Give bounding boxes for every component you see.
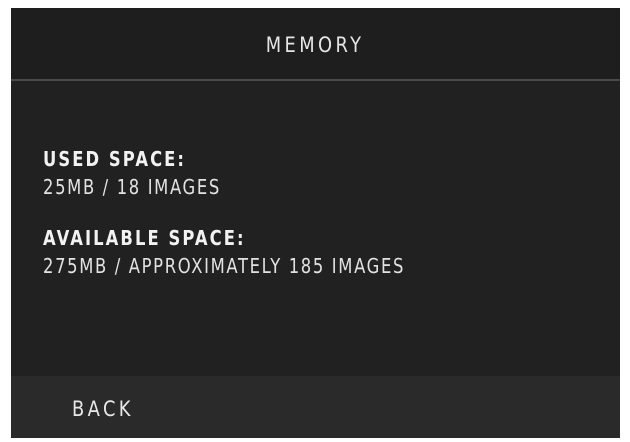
available-space-value: 275MB / APPROXIMATELY 185 IMAGES <box>43 254 406 278</box>
used-space-label: USED SPACE: <box>43 147 187 171</box>
memory-info: USED SPACE: 25MB / 18 IMAGES AVAILABLE S… <box>43 146 603 281</box>
memory-screen: MEMORY USED SPACE: 25MB / 18 IMAGES AVAI… <box>11 8 620 438</box>
available-space-section: AVAILABLE SPACE: 275MB / APPROXIMATELY 1… <box>43 225 603 281</box>
footer-bar: BACK <box>11 376 620 438</box>
available-space-label: AVAILABLE SPACE: <box>43 226 246 250</box>
used-space-value: 25MB / 18 IMAGES <box>43 175 221 199</box>
header-bar: MEMORY <box>11 8 620 81</box>
used-space-section: USED SPACE: 25MB / 18 IMAGES <box>43 146 603 202</box>
back-button-label: BACK <box>72 397 134 421</box>
back-button[interactable]: BACK <box>72 376 145 438</box>
page-title: MEMORY <box>266 32 365 57</box>
